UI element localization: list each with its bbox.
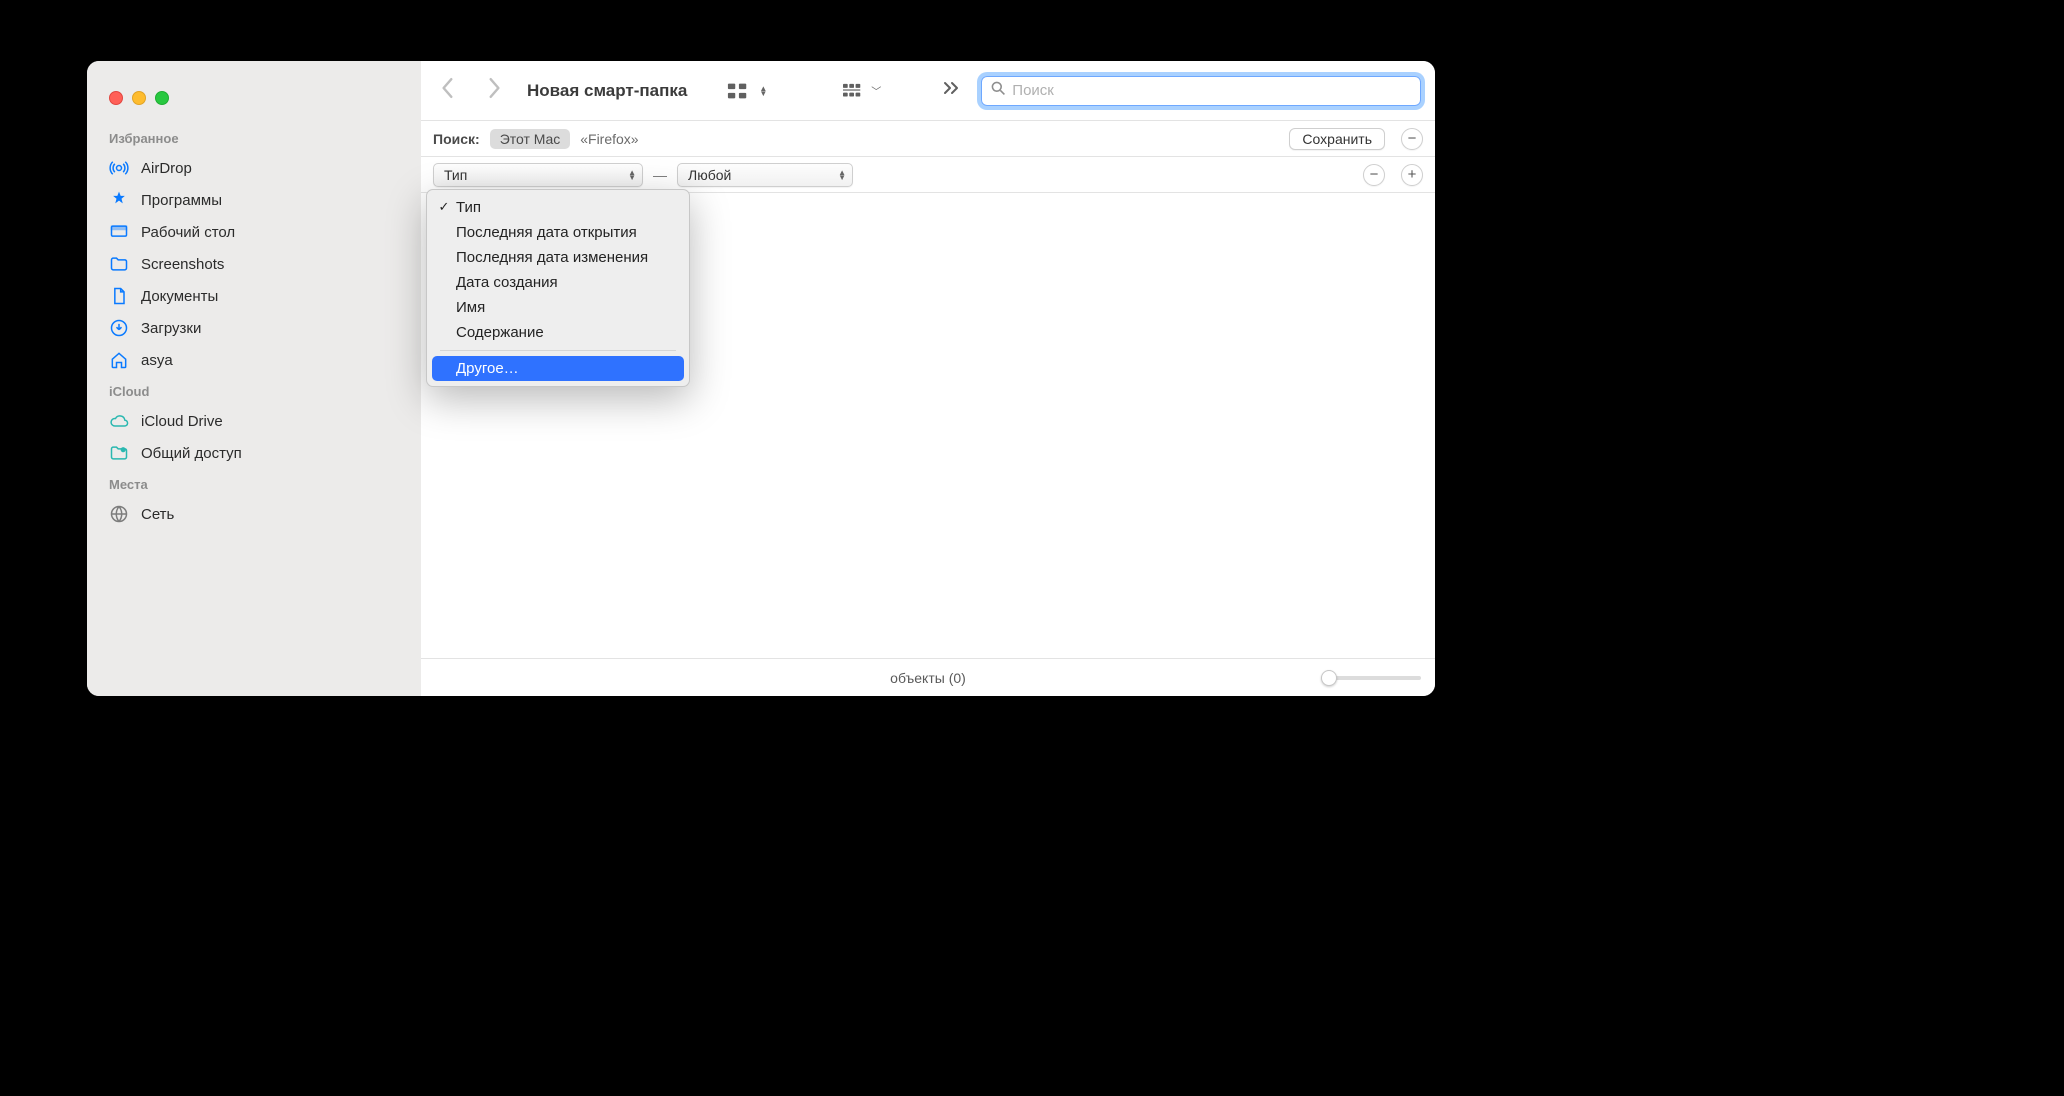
slider-thumb[interactable] [1321, 670, 1337, 686]
sidebar-heading-icloud: iCloud [87, 376, 421, 405]
sidebar-item-downloads[interactable]: Загрузки [87, 312, 421, 344]
status-bar: объекты (0) [421, 658, 1435, 696]
dropdown-item-last-modified[interactable]: Последняя дата изменения [432, 245, 684, 270]
sidebar-item-label: Документы [141, 288, 218, 305]
dropdown-item-name[interactable]: Имя [432, 295, 684, 320]
sidebar-item-label: AirDrop [141, 160, 192, 177]
check-icon: ✓ [436, 199, 452, 215]
sidebar-item-desktop[interactable]: Рабочий стол [87, 216, 421, 248]
scope-bar: Поиск: Этот Mac «Firefox» Сохранить − [421, 121, 1435, 157]
sidebar-item-documents[interactable]: Документы [87, 280, 421, 312]
chevron-down-icon: ﹀ [871, 83, 881, 98]
search-icon [990, 80, 1006, 101]
cloud-icon [109, 411, 129, 431]
main-area: Новая смарт-папка ▲▼ ﹀ Поиск: Этот Ma [421, 61, 1435, 696]
sidebar-item-label: iCloud Drive [141, 413, 223, 430]
document-icon [109, 286, 129, 306]
scope-firefox[interactable]: «Firefox» [580, 131, 638, 147]
nav-arrows [435, 77, 513, 104]
forward-button[interactable] [485, 77, 503, 104]
icon-size-slider[interactable] [1321, 676, 1421, 680]
add-criteria-button[interactable]: + [1401, 164, 1423, 186]
dropdown-item-other[interactable]: Другое… [432, 356, 684, 381]
sidebar-heading-favorites: Избранное [87, 123, 421, 152]
save-button[interactable]: Сохранить [1289, 128, 1385, 150]
scope-this-mac[interactable]: Этот Mac [490, 129, 571, 149]
sidebar-item-icloud-drive[interactable]: iCloud Drive [87, 405, 421, 437]
toolbar: Новая смарт-папка ▲▼ ﹀ [421, 61, 1435, 121]
sidebar-item-screenshots[interactable]: Screenshots [87, 248, 421, 280]
shared-folder-icon [109, 443, 129, 463]
sidebar-item-label: asya [141, 352, 173, 369]
sidebar-item-label: Программы [141, 192, 222, 209]
dropdown-item-contents[interactable]: Содержание [432, 320, 684, 345]
dropdown-item-created[interactable]: Дата создания [432, 270, 684, 295]
desktop-icon [109, 222, 129, 242]
sidebar-item-shared[interactable]: Общий доступ [87, 437, 421, 469]
airdrop-icon [109, 158, 129, 178]
sidebar-item-label: Рабочий стол [141, 224, 235, 241]
downloads-icon [109, 318, 129, 338]
sidebar-item-label: Общий доступ [141, 445, 242, 462]
criteria-attribute-dropdown: ✓Тип Последняя дата открытия Последняя д… [426, 189, 690, 387]
search-input[interactable] [1012, 82, 1412, 99]
criteria-attribute-value: Тип [444, 167, 467, 183]
criteria-attribute-select[interactable]: Тип ▲▼ [433, 163, 643, 187]
remove-criteria-button[interactable]: − [1363, 164, 1385, 186]
criteria-row: Тип ▲▼ ✓Тип Последняя дата открытия Посл… [421, 157, 1435, 193]
back-button[interactable] [439, 77, 457, 104]
sidebar-item-label: Screenshots [141, 256, 224, 273]
collapse-criteria-button[interactable]: − [1401, 128, 1423, 150]
sidebar-item-network[interactable]: Сеть [87, 498, 421, 530]
criteria-value-select[interactable]: Любой ▲▼ [677, 163, 853, 187]
scope-label: Поиск: [433, 131, 480, 147]
sidebar-item-applications[interactable]: Программы [87, 184, 421, 216]
window-title: Новая смарт-папка [527, 81, 687, 101]
sidebar-item-label: Загрузки [141, 320, 201, 337]
sidebar-item-label: Сеть [141, 506, 174, 523]
finder-window: Избранное AirDrop Программы Рабочий стол… [87, 61, 1435, 696]
stepper-icon: ▲▼ [628, 170, 636, 180]
dropdown-item-kind[interactable]: ✓Тип [432, 195, 684, 220]
close-window-button[interactable] [109, 91, 123, 105]
stepper-icon: ▲▼ [838, 170, 846, 180]
criteria-dash: — [653, 167, 667, 183]
sidebar-item-airdrop[interactable]: AirDrop [87, 152, 421, 184]
applications-icon [109, 190, 129, 210]
dropdown-separator [440, 350, 676, 351]
folder-icon [109, 254, 129, 274]
dropdown-item-last-opened[interactable]: Последняя дата открытия [432, 220, 684, 245]
search-field[interactable] [981, 76, 1421, 106]
minimize-window-button[interactable] [132, 91, 146, 105]
toolbar-overflow-button[interactable] [941, 80, 961, 101]
sidebar-item-home[interactable]: asya [87, 344, 421, 376]
stepper-icon: ▲▼ [759, 86, 767, 96]
sidebar-heading-locations: Места [87, 469, 421, 498]
group-by-button[interactable]: ﹀ [837, 82, 887, 100]
home-icon [109, 350, 129, 370]
network-icon [109, 504, 129, 524]
zoom-window-button[interactable] [155, 91, 169, 105]
sidebar: Избранное AirDrop Программы Рабочий стол… [87, 61, 421, 696]
window-controls [87, 81, 421, 123]
item-count: объекты (0) [890, 670, 966, 686]
view-mode-button[interactable]: ▲▼ [721, 82, 773, 100]
criteria-value-text: Любой [688, 167, 731, 183]
